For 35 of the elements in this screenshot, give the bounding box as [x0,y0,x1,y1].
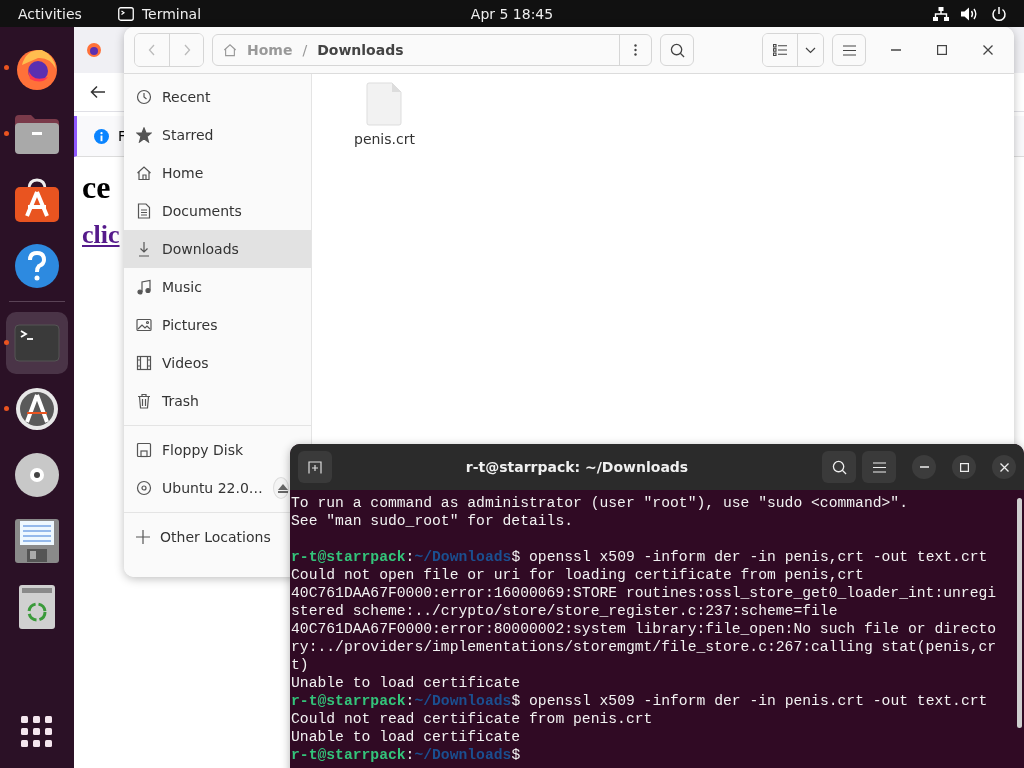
terminal-line: stered scheme:../crypto/store/store_register.c:237:scheme=file [291,602,839,620]
app-menu[interactable]: Terminal [117,5,202,22]
sidebar-item[interactable]: Ubuntu 22.0… [124,469,288,507]
terminal-line: r-t@starrpack:~/Downloads$ openssl x509 -inform der -in penis.crt -out text.crt [291,692,989,710]
terminal-line: t) [291,656,310,674]
page-heading: ce [82,169,111,206]
terminal-line: To run a command as administrator (user "root"), use "sudo <command>". [291,494,909,512]
sidebar-item[interactable]: Documents [124,192,311,230]
sidebar-item[interactable]: Home [124,154,311,192]
path-crumb[interactable]: Downloads [317,42,404,58]
page-link[interactable]: clic [82,220,120,250]
sidebar-item[interactable]: Recent [124,78,311,116]
terminal-line: Unable to load certificate [291,728,522,746]
terminal-line: r-t@starrpack:~/Downloads$ [291,746,522,764]
terminal-line: r-t@starrpack:~/Downloads$ openssl x509 -inform der -in penis,crt -out text.crt [291,548,989,566]
sidebar-item[interactable]: Downloads [124,230,311,268]
terminal-line: See "man sudo_root" for details. [291,512,575,530]
path-separator: / [302,42,308,58]
activities-button[interactable]: Activities [18,5,82,22]
window-title: r-t@starrpack: ~/Downloads [464,459,690,475]
terminal-line: Unable to load certificate [291,674,522,692]
sidebar-item[interactable]: Videos [124,344,311,382]
file-item[interactable]: penis.crt [354,82,415,147]
sidebar-item[interactable]: Pictures [124,306,311,344]
terminal-line: ry:../providers/implementations/storemgmt/file_store.c:267:calling stat(penis,cr [291,638,998,656]
terminal-line: 40C761DAA67F0000:error:80000002:system library:file_open:No such file or directo [291,620,998,638]
sidebar-item[interactable]: Music [124,268,311,306]
terminal-line: Could not read certificate from penis.crt [291,710,654,728]
terminal-line: Could not open file or uri for loading certificate from penis,crt [291,566,865,584]
sidebar-item[interactable]: Trash [124,382,311,420]
sidebar-item[interactable]: Other Locations [124,518,288,556]
sidebar-item[interactable]: Floppy Disk [124,431,288,469]
sidebar-item[interactable]: Starred [124,116,311,154]
terminal-line: 40C761DAA67F0000:error:16000069:STORE routines:ossl_store_get0_loader_int:unregi [291,584,998,602]
clock[interactable]: Apr 5 18:45 [470,5,554,22]
